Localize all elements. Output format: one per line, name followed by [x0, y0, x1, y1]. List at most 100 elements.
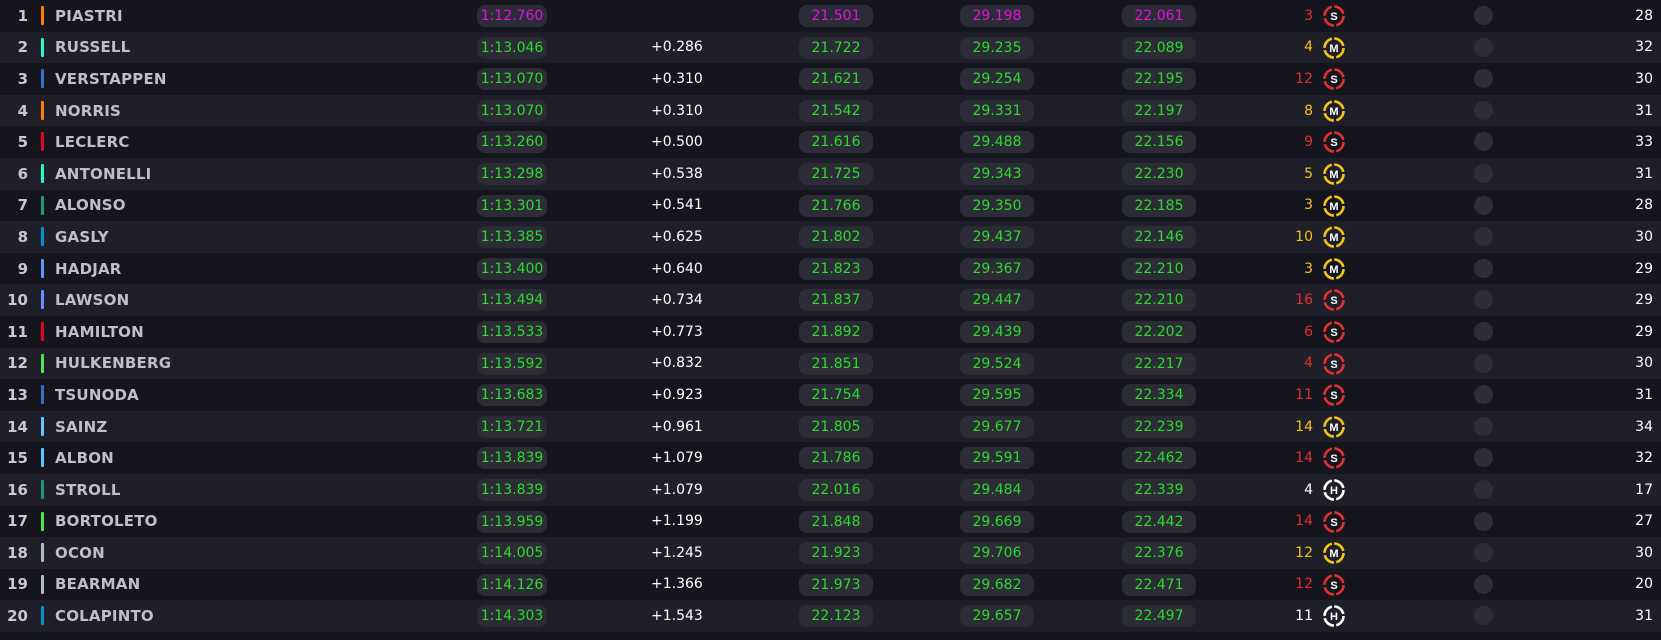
table-row-gasly[interactable]: 8 GASLY 1:13.385 +0.625 21.802 29.437 22…: [0, 221, 1661, 253]
driver-name[interactable]: SAINZ: [55, 411, 107, 443]
sector-3-time: 22.089: [1122, 36, 1196, 59]
table-row-hulkenberg[interactable]: 12 HULKENBERG 1:13.592 +0.832 21.851 29.…: [0, 347, 1661, 380]
table-row-leclerc[interactable]: 5 LECLERC 1:13.260 +0.500 21.616 29.488 …: [0, 126, 1661, 158]
status-dot-icon: [1474, 606, 1493, 626]
gap-to-leader: +1.245: [651, 544, 703, 561]
position: 9: [17, 259, 28, 278]
driver-name[interactable]: NORRIS: [55, 95, 121, 127]
status-dot-icon: [1474, 132, 1493, 152]
driver-name[interactable]: BORTOLETO: [55, 506, 158, 538]
sector-2-time: 29.591: [960, 447, 1034, 470]
sector-1-time: 21.754: [799, 384, 873, 407]
table-row-ocon[interactable]: 18 OCON 1:14.005 +1.245 21.923 29.706 22…: [0, 537, 1661, 569]
laps-completed: 29: [1635, 292, 1653, 309]
gap-to-leader: +0.310: [651, 102, 703, 119]
laps-completed: 20: [1635, 576, 1653, 593]
tyre-compound-icon: S: [1323, 384, 1345, 406]
team-color-bar: [41, 258, 44, 278]
sector-3-time: 22.217: [1122, 352, 1196, 375]
table-row-bortoleto[interactable]: 17 BORTOLETO 1:13.959 +1.199 21.848 29.6…: [0, 505, 1661, 538]
team-color-bar: [41, 37, 44, 57]
tyre-compound-letter: M: [1329, 548, 1338, 560]
gap-to-leader: +0.286: [651, 39, 703, 56]
lap-time: 1:13.839: [477, 447, 547, 470]
table-row-sainz[interactable]: 14 SAINZ 1:13.721 +0.961 21.805 29.677 2…: [0, 410, 1661, 443]
position: 14: [7, 417, 28, 436]
lap-time: 1:14.303: [477, 605, 547, 628]
sector-1-time: 21.621: [799, 68, 873, 91]
gap-to-leader: +0.734: [651, 292, 703, 309]
gap-to-leader: +0.961: [651, 418, 703, 435]
gap-to-leader: +1.543: [651, 608, 703, 625]
laps-completed: 30: [1635, 70, 1653, 87]
lap-time: 1:12.760: [477, 5, 547, 27]
tyre-age-value: 4: [1304, 355, 1313, 372]
tyre-compound-letter: S: [1330, 327, 1337, 339]
driver-name[interactable]: COLAPINTO: [55, 600, 154, 632]
laps-completed: 32: [1635, 450, 1653, 467]
table-row-alonso[interactable]: 7 ALONSO 1:13.301 +0.541 21.766 29.350 2…: [0, 189, 1661, 222]
tyre-compound-icon: M: [1323, 194, 1345, 217]
tyre-age-value: 12: [1295, 576, 1313, 593]
driver-name[interactable]: OCON: [55, 537, 105, 569]
driver-name[interactable]: LAWSON: [55, 284, 129, 316]
driver-name[interactable]: LECLERC: [55, 126, 130, 158]
driver-name[interactable]: PIASTRI: [55, 0, 123, 32]
driver-name[interactable]: ALBON: [55, 442, 114, 474]
driver-name[interactable]: BEARMAN: [55, 569, 140, 601]
lap-time: 1:13.400: [477, 257, 547, 280]
driver-name[interactable]: VERSTAPPEN: [55, 63, 167, 95]
driver-name[interactable]: HULKENBERG: [55, 348, 171, 380]
tyre-compound-letter: S: [1330, 580, 1337, 592]
tyre-compound-icon: H: [1323, 479, 1345, 501]
status-dot-icon: [1474, 543, 1493, 563]
table-row-hadjar[interactable]: 9 HADJAR 1:13.400 +0.640 21.823 29.367 2…: [0, 252, 1661, 285]
position: 7: [17, 196, 28, 215]
table-row-bearman[interactable]: 19 BEARMAN 1:14.126 +1.366 21.973 29.682…: [0, 568, 1661, 601]
tyre-age-value: 12: [1295, 70, 1313, 87]
tyre-age-value: 14: [1295, 450, 1313, 467]
lap-time: 1:13.959: [477, 510, 547, 533]
sector-3-time: 22.230: [1122, 162, 1196, 185]
table-row-verstappen[interactable]: 3 VERSTAPPEN 1:13.070 +0.310 21.621 29.2…: [0, 63, 1661, 95]
table-row-piastri[interactable]: 1 PIASTRI 1:12.760 21.501 29.198 22.061 …: [0, 0, 1661, 32]
tyre-compound-letter: S: [1330, 138, 1337, 150]
driver-name[interactable]: GASLY: [55, 221, 109, 253]
driver-name[interactable]: ALONSO: [55, 190, 126, 222]
sector-3-time: 22.339: [1122, 478, 1196, 501]
driver-name[interactable]: HADJAR: [55, 253, 122, 285]
table-row-colapinto[interactable]: 20 COLAPINTO 1:14.303 +1.543 22.123 29.6…: [0, 600, 1661, 632]
tyre-compound-icon: S: [1323, 447, 1345, 470]
table-row-stroll[interactable]: 16 STROLL 1:13.839 +1.079 22.016 29.484 …: [0, 473, 1661, 506]
driver-name[interactable]: TSUNODA: [55, 379, 139, 411]
table-row-hamilton[interactable]: 11 HAMILTON 1:13.533 +0.773 21.892 29.43…: [0, 315, 1661, 348]
sector-1-time: 22.123: [799, 605, 873, 628]
position: 2: [17, 38, 28, 57]
sector-1-time: 21.973: [799, 573, 873, 596]
gap-to-leader: +0.541: [651, 197, 703, 214]
gap-to-leader: +0.640: [651, 260, 703, 277]
status-dot-icon: [1474, 448, 1493, 468]
sector-1-time: 21.848: [799, 510, 873, 533]
driver-name[interactable]: STROLL: [55, 474, 121, 506]
sector-1-time: 21.786: [799, 447, 873, 470]
table-row-antonelli[interactable]: 6 ANTONELLI 1:13.298 +0.538 21.725 29.34…: [0, 157, 1661, 190]
driver-name[interactable]: RUSSELL: [55, 32, 130, 64]
position: 12: [7, 354, 28, 373]
table-row-norris[interactable]: 4 NORRIS 1:13.070 +0.310 21.542 29.331 2…: [0, 94, 1661, 127]
laps-completed: 31: [1635, 165, 1653, 182]
tyre-age-value: 4: [1304, 481, 1313, 498]
gap-to-leader: +0.500: [651, 134, 703, 151]
status-dot-icon: [1474, 227, 1493, 247]
table-row-albon[interactable]: 15 ALBON 1:13.839 +1.079 21.786 29.591 2…: [0, 442, 1661, 474]
driver-name[interactable]: ANTONELLI: [55, 158, 151, 190]
sector-3-time: 22.061: [1122, 5, 1196, 27]
table-row-russell[interactable]: 2 RUSSELL 1:13.046 +0.286 21.722 29.235 …: [0, 31, 1661, 64]
table-row-lawson[interactable]: 10 LAWSON 1:13.494 +0.734 21.837 29.447 …: [0, 284, 1661, 316]
position: 17: [7, 512, 28, 531]
driver-name[interactable]: HAMILTON: [55, 316, 144, 348]
team-color-bar: [41, 511, 44, 531]
status-dot-icon: [1474, 479, 1493, 499]
table-row-tsunoda[interactable]: 13 TSUNODA 1:13.683 +0.923 21.754 29.595…: [0, 379, 1661, 411]
status-dot-icon: [1474, 6, 1493, 25]
